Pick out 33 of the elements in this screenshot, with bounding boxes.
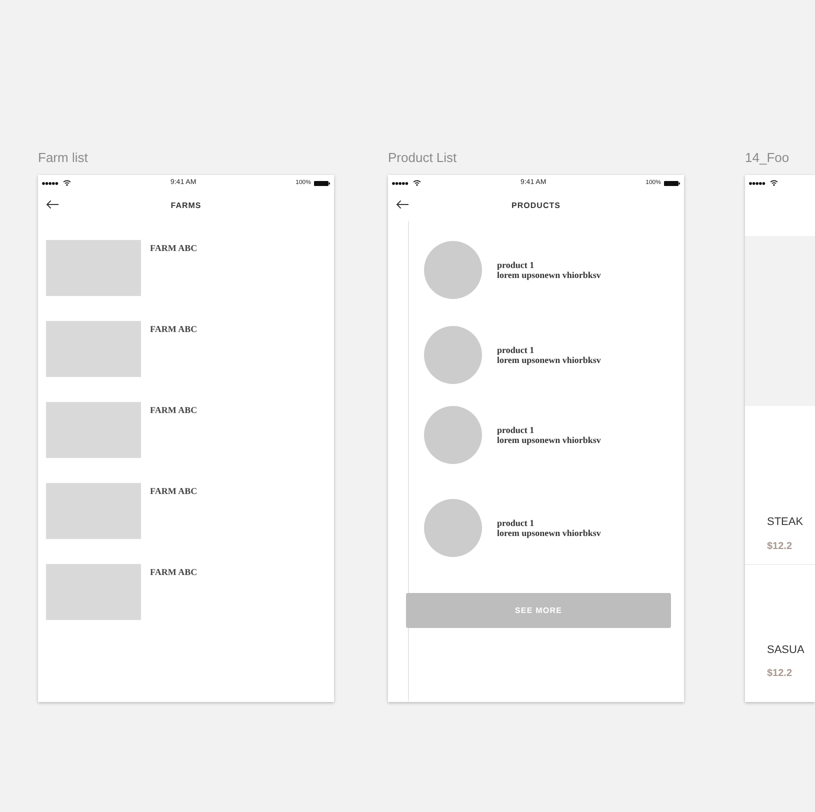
- see-more-button[interactable]: SEE MORE: [406, 593, 671, 628]
- screen-title: FARMS: [170, 200, 202, 212]
- back-arrow-icon[interactable]: [396, 200, 409, 209]
- food-name: SASUA: [767, 642, 806, 658]
- product-description: lorem upsonewn vhiorbksv: [497, 270, 601, 280]
- farm-name: FARM ABC: [150, 242, 198, 255]
- food-price: $12.2: [767, 667, 794, 681]
- wifi-icon: [63, 180, 71, 186]
- food-price: $12.2: [767, 540, 794, 554]
- signal-icon: [749, 182, 766, 184]
- battery-icon: [314, 180, 330, 186]
- farm-name: FARM ABC: [150, 404, 198, 417]
- product-description: lorem upsonewn vhiorbksv: [497, 528, 601, 538]
- food-name: STEAK: [767, 515, 804, 530]
- product-name: product 1: [497, 260, 536, 270]
- product-description: lorem upsonewn vhiorbksv: [497, 435, 601, 445]
- screen-title: PRODUCTS: [512, 200, 560, 212]
- signal-icon: [392, 182, 409, 184]
- artboard-title: Farm list: [38, 149, 89, 167]
- signal-icon: [42, 182, 59, 184]
- artboard-title: Product List: [388, 149, 458, 167]
- wifi-icon: [413, 180, 421, 186]
- farm-name: FARM ABC: [150, 485, 198, 498]
- wifi-icon: [770, 180, 778, 186]
- product-name: product 1: [497, 518, 536, 528]
- back-arrow-icon[interactable]: [46, 200, 59, 209]
- product-name: product 1: [497, 345, 536, 355]
- farm-name: FARM ABC: [150, 323, 198, 336]
- product-name: product 1: [497, 425, 536, 435]
- artboard-title: 14_Foo: [745, 149, 790, 167]
- battery-icon: [664, 180, 680, 186]
- farm-name: FARM ABC: [150, 566, 198, 579]
- product-description: lorem upsonewn vhiorbksv: [497, 355, 601, 365]
